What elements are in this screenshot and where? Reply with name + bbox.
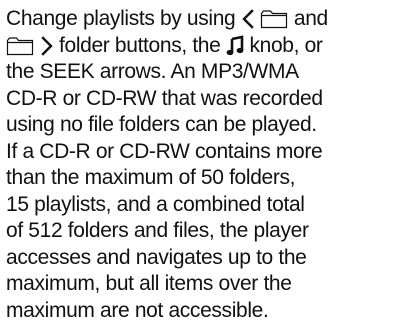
text-line: CD-R or CD-RW that was recorded bbox=[6, 86, 323, 110]
text-fragment: folder buttons, the bbox=[59, 33, 221, 57]
text-fragment: and bbox=[293, 7, 328, 30]
manual-text-block: Change playlists by using and folder but… bbox=[0, 0, 416, 336]
folder-icon bbox=[260, 9, 288, 29]
text-line: maximum are not accessible. bbox=[6, 298, 269, 322]
text-fragment: Change playlists by using bbox=[6, 7, 236, 30]
text-line: If a CD-R or CD-RW contains more bbox=[6, 139, 323, 163]
music-note-icon bbox=[226, 35, 244, 57]
chevron-left-icon bbox=[241, 8, 255, 30]
text-line: maximum, but all items over the bbox=[6, 272, 292, 295]
text-line: the SEEK arrows. An MP3/WMA bbox=[6, 60, 299, 83]
text-line: than the maximum of 50 folders, bbox=[6, 166, 296, 189]
chevron-right-icon bbox=[40, 35, 54, 57]
text-line: of 512 folders and files, the player bbox=[6, 219, 309, 242]
text-line: accesses and navigates up to the bbox=[6, 245, 307, 269]
text-fragment: knob, or bbox=[249, 33, 323, 57]
folder-icon bbox=[6, 36, 34, 56]
text-line: using no file folders can be played. bbox=[6, 113, 317, 136]
text-line: Change playlists by using and bbox=[6, 6, 416, 33]
text-line: 15 playlists, and a combined total bbox=[6, 192, 305, 216]
text-line: folder buttons, the knob, or bbox=[6, 33, 416, 60]
